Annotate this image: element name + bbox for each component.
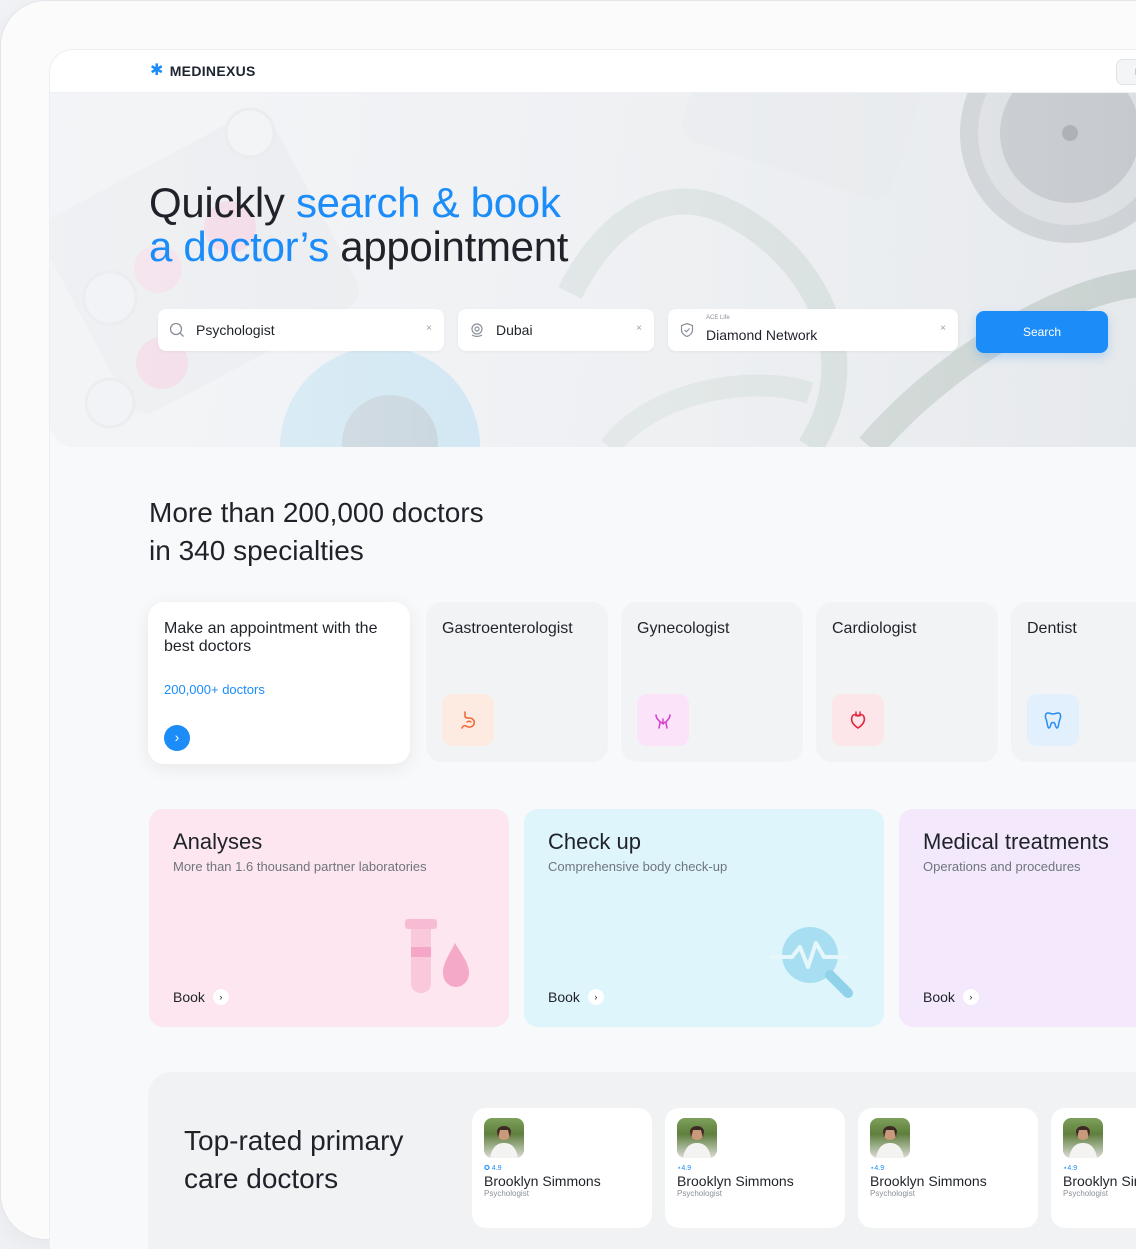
insurance-value: Diamond Network <box>706 327 818 343</box>
login-button[interactable]: L <box>1116 59 1136 85</box>
service-title: Check up <box>548 829 641 854</box>
shield-icon <box>678 321 696 339</box>
doctor-rating: ⋆4.9 <box>1063 1165 1078 1172</box>
doctor-avatar <box>1063 1118 1103 1158</box>
chevron-right-icon: › <box>587 989 604 1005</box>
insurance-caption: ACE Life <box>706 315 730 321</box>
doctor-rating: ✪ 4.9 <box>484 1165 502 1172</box>
doctor-role: Psychologist <box>870 1189 915 1198</box>
clear-location-icon[interactable]: × <box>636 323 642 334</box>
top-navigation-bar: ✱ MEDINEXUS L <box>50 50 1136 93</box>
book-label: Book <box>923 989 955 1005</box>
brand-name: MEDINEXUS <box>169 63 256 79</box>
specialty-search-field[interactable]: Psychologist × <box>158 309 444 351</box>
doctor-card[interactable]: ⋆4.9 Brooklyn Simmons Psychologist <box>665 1108 845 1228</box>
hero-title-text-2: appointment <box>328 223 569 270</box>
brand-logo[interactable]: ✱ MEDINEXUS <box>150 62 256 80</box>
logo-asterisk-icon: ✱ <box>150 62 164 79</box>
specialty-label: Gastroenterologist <box>442 620 573 637</box>
doctor-name: Brooklyn Simmons <box>677 1173 794 1189</box>
service-subtitle: More than 1.6 thousand partner laborator… <box>173 859 427 874</box>
specialty-value: Psychologist <box>196 322 275 338</box>
service-title: Analyses <box>173 829 263 854</box>
book-check-up-button[interactable]: Book › <box>548 989 604 1005</box>
doctor-role: Psychologist <box>484 1189 529 1198</box>
location-pin-icon <box>468 321 486 339</box>
doctor-role: Psychologist <box>677 1189 722 1198</box>
service-subtitle: Operations and procedures <box>923 859 1081 874</box>
doctors-section-title: More than 200,000 doctors in 340 special… <box>149 494 484 570</box>
doctor-role: Psychologist <box>1063 1189 1108 1198</box>
test-tube-icon <box>405 919 469 993</box>
doctors-title-line-2: in 340 specialties <box>149 535 364 566</box>
doctor-rating: ⋆4.9 <box>870 1165 885 1172</box>
top-rated-section: Top-rated primary care doctors ✪ 4.9 Bro… <box>148 1072 1136 1249</box>
hero-title-accent: search & book <box>295 179 561 226</box>
location-value: Dubai <box>496 322 533 338</box>
doctor-avatar <box>677 1118 717 1158</box>
tooth-icon <box>1027 694 1079 746</box>
book-treatments-button[interactable]: Book › <box>923 989 979 1005</box>
clear-specialty-icon[interactable]: × <box>426 323 432 334</box>
top-rated-title-line-2: care doctors <box>184 1163 339 1194</box>
insurance-field[interactable]: ACE Life Diamond Network × <box>668 309 958 351</box>
specialty-label: Cardiologist <box>832 620 917 637</box>
hero-title-line-2: a doctor’s appointment <box>149 225 568 269</box>
hero-overlay <box>50 93 1136 447</box>
clear-insurance-icon[interactable]: × <box>940 323 946 334</box>
service-card-analyses[interactable]: Analyses More than 1.6 thousand partner … <box>149 809 509 1027</box>
doctor-name: Brooklyn Simmons <box>1063 1173 1136 1189</box>
magnifier-pulse-icon <box>770 927 853 998</box>
book-analyses-button[interactable]: Book › <box>173 989 229 1005</box>
device-frame: ✱ MEDINEXUS L <box>0 0 1136 1249</box>
hero-title-line-1: Quickly search & book <box>149 181 568 225</box>
doctor-rating: ⋆4.9 <box>677 1165 692 1172</box>
appointment-card-title: Make an appointment with the best doctor… <box>164 620 378 655</box>
hero-title-text: Quickly <box>149 179 296 226</box>
specialty-card-gynecologist[interactable]: Gynecologist <box>621 602 803 762</box>
appointment-card[interactable]: Make an appointment with the best doctor… <box>148 602 410 764</box>
doctor-name: Brooklyn Simmons <box>870 1173 987 1189</box>
doctor-name: Brooklyn Simmons <box>484 1173 601 1189</box>
hero-banner: Quickly search & book a doctor’s appoint… <box>50 93 1136 447</box>
doctor-avatar <box>870 1118 910 1158</box>
service-card-check-up[interactable]: Check up Comprehensive body check-up Boo… <box>524 809 884 1027</box>
book-label: Book <box>548 989 580 1005</box>
book-label: Book <box>173 989 205 1005</box>
doctor-card[interactable]: ✪ 4.9 Brooklyn Simmons Psychologist <box>472 1108 652 1228</box>
doctors-title-line-1: More than 200,000 doctors <box>149 497 484 528</box>
search-button[interactable]: Search <box>976 311 1108 353</box>
chevron-right-icon: › <box>962 989 979 1005</box>
doctor-card[interactable]: ⋆4.9 Brooklyn Simmons Psychologist <box>858 1108 1038 1228</box>
specialty-card-gastroenterologist[interactable]: Gastroenterologist <box>426 602 608 762</box>
top-rated-title: Top-rated primary care doctors <box>184 1122 403 1198</box>
doctor-card[interactable]: ⋆4.9 Brooklyn Simmons Psychologist <box>1051 1108 1136 1228</box>
specialty-card-dentist[interactable]: Dentist <box>1011 602 1136 762</box>
chevron-right-icon: › <box>212 989 229 1005</box>
uterus-icon <box>637 694 689 746</box>
service-title: Medical treatments <box>923 829 1109 854</box>
service-card-medical-treatments[interactable]: Medical treatments Operations and proced… <box>899 809 1136 1027</box>
app-screen: ✱ MEDINEXUS L <box>49 49 1136 1249</box>
arrow-right-icon[interactable]: › <box>164 725 190 751</box>
heart-icon <box>832 694 884 746</box>
specialty-card-cardiologist[interactable]: Cardiologist <box>816 602 998 762</box>
specialty-label: Dentist <box>1027 620 1077 637</box>
doctor-avatar <box>484 1118 524 1158</box>
hero-title-accent-2: a doctor’s <box>149 223 329 270</box>
search-icon <box>168 321 186 339</box>
specialty-label: Gynecologist <box>637 620 730 637</box>
doctors-count-link[interactable]: 200,000+ doctors <box>164 682 265 697</box>
hero-title: Quickly search & book a doctor’s appoint… <box>149 181 568 269</box>
service-subtitle: Comprehensive body check-up <box>548 859 728 874</box>
stomach-icon <box>442 694 494 746</box>
top-rated-title-line-1: Top-rated primary <box>184 1125 404 1156</box>
location-field[interactable]: Dubai × <box>458 309 654 351</box>
